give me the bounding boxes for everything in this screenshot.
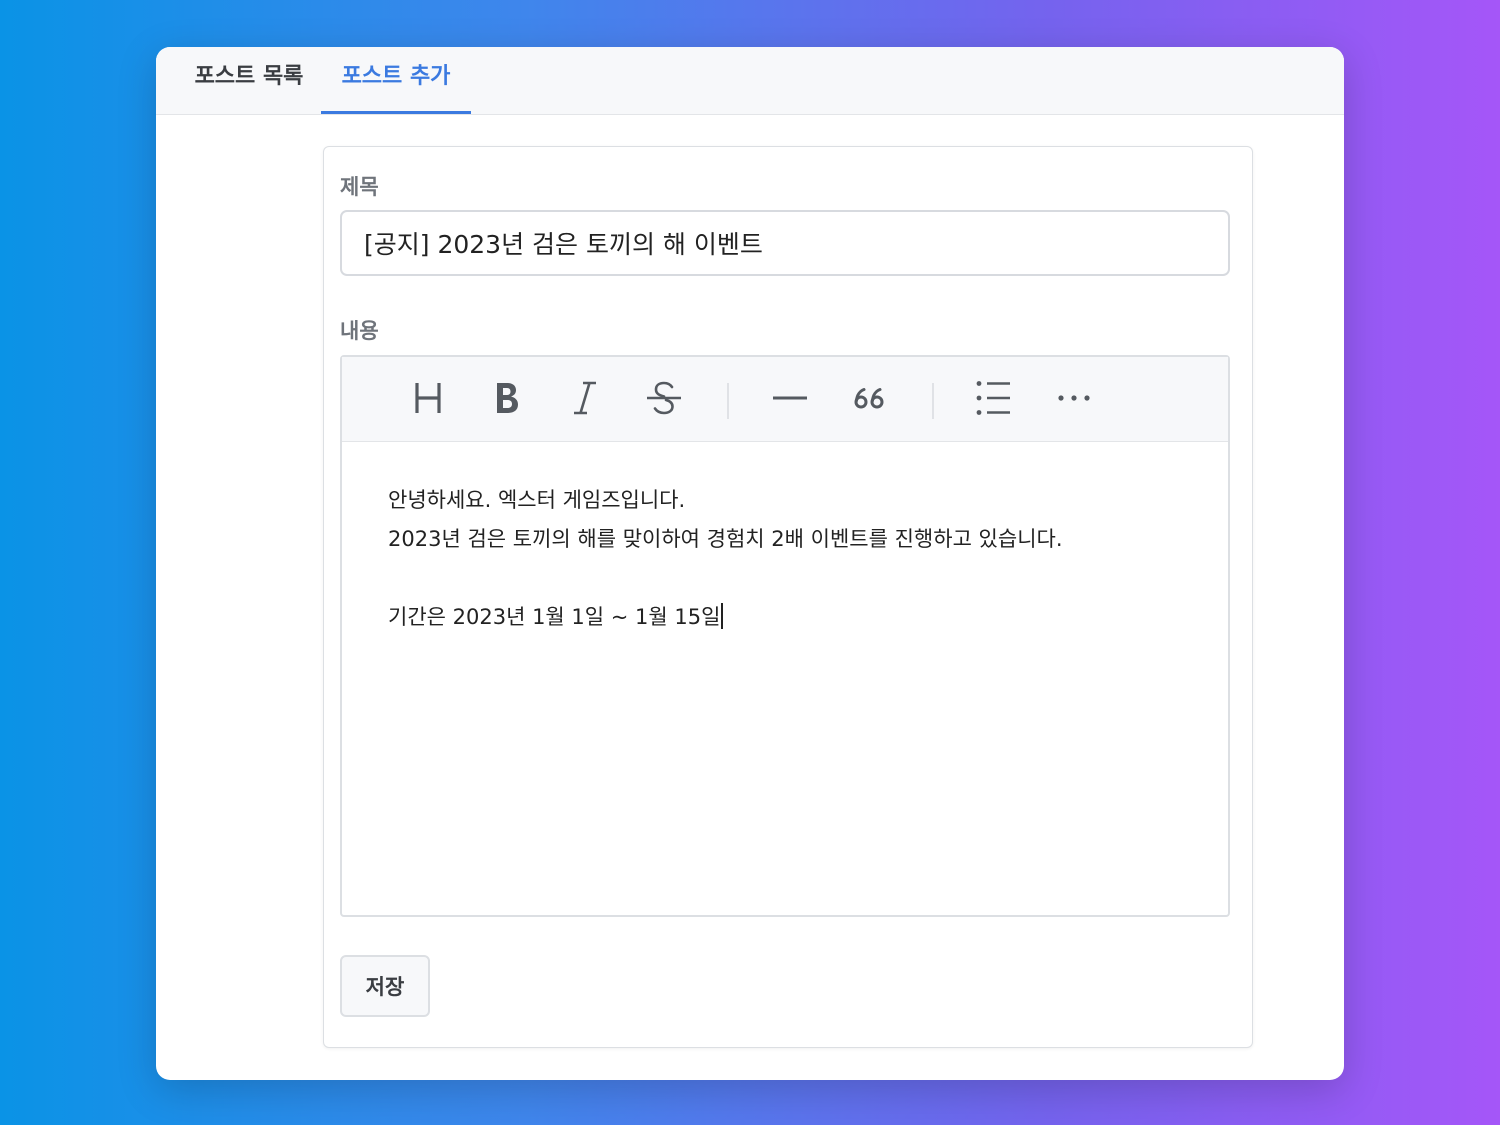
- content-line: 안녕하세요. 엑스터 게임즈입니다.: [388, 488, 686, 512]
- bullet-list-icon[interactable]: [969, 373, 1019, 423]
- heading-icon[interactable]: [403, 373, 453, 423]
- app-window: 포스트 목록 포스트 추가 제목 내용: [156, 47, 1344, 1080]
- content-line: [388, 559, 1188, 598]
- horizontal-rule-icon[interactable]: [765, 373, 815, 423]
- editor-toolbar: [342, 357, 1228, 442]
- save-button[interactable]: 저장: [340, 955, 430, 1017]
- title-input[interactable]: [340, 210, 1230, 276]
- post-form-card: 제목 내용: [323, 146, 1253, 1048]
- toolbar-separator: [932, 383, 934, 419]
- title-label: 제목: [340, 175, 379, 199]
- strikethrough-icon[interactable]: [639, 373, 689, 423]
- content-line-text: 기간은 2023년 1월 1일 ~ 1월 15일: [388, 605, 721, 629]
- toolbar-separator: [727, 383, 729, 419]
- content-line: 2023년 검은 토끼의 해를 맞이하여 경험치 2배 이벤트를 진행하고 있습…: [388, 527, 1063, 551]
- editor-content[interactable]: 안녕하세요. 엑스터 게임즈입니다. 2023년 검은 토끼의 해를 맞이하여 …: [388, 481, 1188, 637]
- content-label: 내용: [340, 319, 379, 343]
- tab-bar: 포스트 목록 포스트 추가: [156, 47, 1344, 115]
- quote-icon[interactable]: [844, 373, 894, 423]
- text-cursor: [721, 603, 724, 629]
- more-icon[interactable]: [1049, 373, 1099, 423]
- tab-add-post[interactable]: 포스트 추가: [321, 47, 471, 114]
- bold-icon[interactable]: [482, 373, 532, 423]
- content-editor[interactable]: 안녕하세요. 엑스터 게임즈입니다. 2023년 검은 토끼의 해를 맞이하여 …: [340, 355, 1230, 917]
- tab-post-list[interactable]: 포스트 목록: [178, 47, 320, 114]
- italic-icon[interactable]: [560, 373, 610, 423]
- content-line-last: 기간은 2023년 1월 1일 ~ 1월 15일: [388, 598, 1188, 637]
